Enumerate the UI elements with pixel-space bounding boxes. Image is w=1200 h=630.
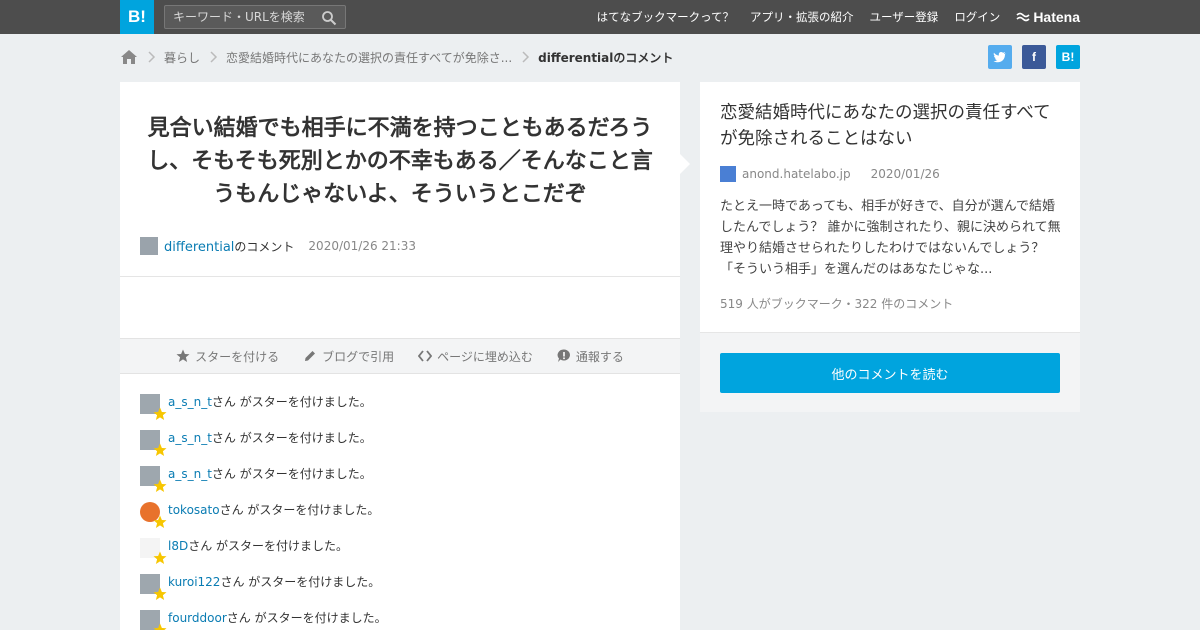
star-icon xyxy=(153,479,167,492)
chevron-right-icon xyxy=(210,51,218,63)
search-box[interactable] xyxy=(164,5,346,29)
star-message: さん がスターを付けました。 xyxy=(219,503,380,517)
star-message: さん がスターを付けました。 xyxy=(211,395,372,409)
home-icon[interactable] xyxy=(120,49,138,65)
chevron-right-icon xyxy=(148,51,156,63)
star-icon xyxy=(153,515,167,528)
embed-button[interactable]: ページに埋め込む xyxy=(418,348,533,365)
read-more-comments-button[interactable]: 他のコメントを読む xyxy=(720,353,1060,393)
star-message: さん がスターを付けました。 xyxy=(188,539,349,553)
site-favicon xyxy=(720,166,736,182)
star-message: さん がスターを付けました。 xyxy=(211,467,372,481)
hatebu-logo[interactable]: B! xyxy=(120,0,154,34)
comment-user-link[interactable]: differential xyxy=(164,240,234,255)
star-user-avatar[interactable] xyxy=(140,610,167,630)
twitter-share-button[interactable] xyxy=(988,45,1012,69)
star-row: a_s_n_t さん がスターを付けました。 xyxy=(140,430,387,466)
entry-date: 2020/01/26 xyxy=(870,167,940,181)
comment-datetime: 2020/01/26 21:33 xyxy=(308,239,416,253)
star-list: a_s_n_t さん がスターを付けました。 a_s_n_t さん がスターを付けまし… xyxy=(140,394,387,630)
star-message: さん がスターを付けました。 xyxy=(211,431,372,445)
chevron-right-icon xyxy=(522,51,530,63)
add-star-label: スターを付ける xyxy=(195,349,280,364)
breadcrumb-current: differentialのコメント xyxy=(538,50,674,65)
star-icon xyxy=(153,623,167,630)
hatena-wave-icon xyxy=(1016,12,1030,22)
divider xyxy=(120,276,680,277)
star-user-link[interactable]: l8D xyxy=(168,538,188,554)
add-star-button[interactable]: スターを付ける xyxy=(176,348,279,365)
top-bar: B! はてなブックマークって？ アプリ・拡張の紹介 ユーザー登録 ログイン Ha… xyxy=(0,0,1200,34)
pencil-icon xyxy=(305,351,316,361)
entry-domain[interactable]: anond.hatelabo.jp xyxy=(742,167,851,181)
avatar[interactable] xyxy=(140,237,158,255)
embed-label: ページに埋め込む xyxy=(437,349,533,364)
breadcrumb: 暮らし 恋愛結婚時代にあなたの選択の責任すべてが免除さ... different… xyxy=(120,44,673,70)
comment-card: 見合い結婚でも相手に不満を持つこともあるだろうし、そもそも死別とかの不幸もある／… xyxy=(120,82,680,630)
entry-counts[interactable]: 519 人がブックマーク・322 件のコメント xyxy=(720,295,953,312)
star-row: tokosato さん がスターを付けました。 xyxy=(140,502,387,538)
blog-quote-button[interactable]: ブログで引用 xyxy=(303,348,394,365)
star-message: さん がスターを付けました。 xyxy=(226,611,387,625)
twitter-icon xyxy=(993,52,1006,63)
star-row: l8D さん がスターを付けました。 xyxy=(140,538,387,574)
comment-actions: スターを付ける ブログで引用 ページに埋め込む 通報する xyxy=(120,338,680,374)
star-message: さん がスターを付けました。 xyxy=(220,575,381,589)
star-user-link[interactable]: a_s_n_t xyxy=(168,430,212,446)
star-user-link[interactable]: a_s_n_t xyxy=(168,394,212,410)
comment-text: 見合い結婚でも相手に不満を持つこともあるだろうし、そもそも死別とかの不幸もある／… xyxy=(147,116,653,207)
star-user-avatar[interactable] xyxy=(140,430,167,456)
report-label: 通報する xyxy=(575,349,624,364)
star-icon xyxy=(153,443,167,456)
star-icon xyxy=(153,587,167,600)
star-user-link[interactable]: a_s_n_t xyxy=(168,466,212,482)
comment-meta: differentialのコメント 2020/01/26 21:33 xyxy=(140,237,416,255)
star-user-avatar[interactable] xyxy=(140,538,167,564)
star-icon xyxy=(176,349,190,362)
facebook-share-button[interactable]: f xyxy=(1022,45,1046,69)
star-user-link[interactable]: kuroi122 xyxy=(168,574,220,590)
report-icon xyxy=(557,349,570,362)
breadcrumb-entry[interactable]: 恋愛結婚時代にあなたの選択の責任すべてが免除さ... xyxy=(226,49,512,66)
search-input[interactable] xyxy=(173,9,318,25)
share-buttons: f B! xyxy=(988,45,1080,69)
star-user-link[interactable]: fourddoor xyxy=(168,610,227,626)
star-user-avatar[interactable] xyxy=(140,502,167,528)
star-row: fourddoor さん がスターを付けました。 xyxy=(140,610,387,630)
nav-about[interactable]: はてなブックマークって？ xyxy=(597,9,734,25)
top-nav: はてなブックマークって？ アプリ・拡張の紹介 ユーザー登録 ログイン Haten… xyxy=(597,0,1080,34)
star-user-link[interactable]: tokosato xyxy=(168,502,220,518)
code-icon xyxy=(418,350,433,362)
nav-login[interactable]: ログイン xyxy=(954,9,1000,25)
star-row: a_s_n_t さん がスターを付けました。 xyxy=(140,394,387,430)
comment-user-suffix: のコメント xyxy=(234,239,295,254)
entry-card-footer: 他のコメントを読む xyxy=(700,332,1080,412)
star-user-avatar[interactable] xyxy=(140,574,167,600)
entry-excerpt: たとえ一時であっても、相手が好きで、自分が選んで結婚したんでしょう？ 誰かに強制… xyxy=(720,199,1061,277)
breadcrumb-category[interactable]: 暮らし xyxy=(164,49,200,66)
report-button[interactable]: 通報する xyxy=(557,348,624,365)
hatena-brand-label: Hatena xyxy=(1033,9,1080,25)
entry-source: anond.hatelabo.jp 2020/01/26 xyxy=(720,166,940,182)
star-icon xyxy=(153,407,167,420)
card-pointer xyxy=(680,154,690,174)
blog-quote-label: ブログで引用 xyxy=(322,349,395,364)
star-row: kuroi122 さん がスターを付けました。 xyxy=(140,574,387,610)
nav-apps[interactable]: アプリ・拡張の紹介 xyxy=(750,9,854,25)
star-user-avatar[interactable] xyxy=(140,466,167,492)
star-user-avatar[interactable] xyxy=(140,394,167,420)
entry-title[interactable]: 恋愛結婚時代にあなたの選択の責任すべてが免除されることはない xyxy=(720,100,1065,152)
hatebu-share-button[interactable]: B! xyxy=(1056,45,1080,69)
hatena-brand-link[interactable]: Hatena xyxy=(1016,9,1080,25)
star-icon xyxy=(153,551,167,564)
search-icon[interactable] xyxy=(321,10,337,26)
nav-register[interactable]: ユーザー登録 xyxy=(870,9,939,25)
entry-card: 恋愛結婚時代にあなたの選択の責任すべてが免除されることはない anond.hat… xyxy=(700,82,1080,332)
star-row: a_s_n_t さん がスターを付けました。 xyxy=(140,466,387,502)
